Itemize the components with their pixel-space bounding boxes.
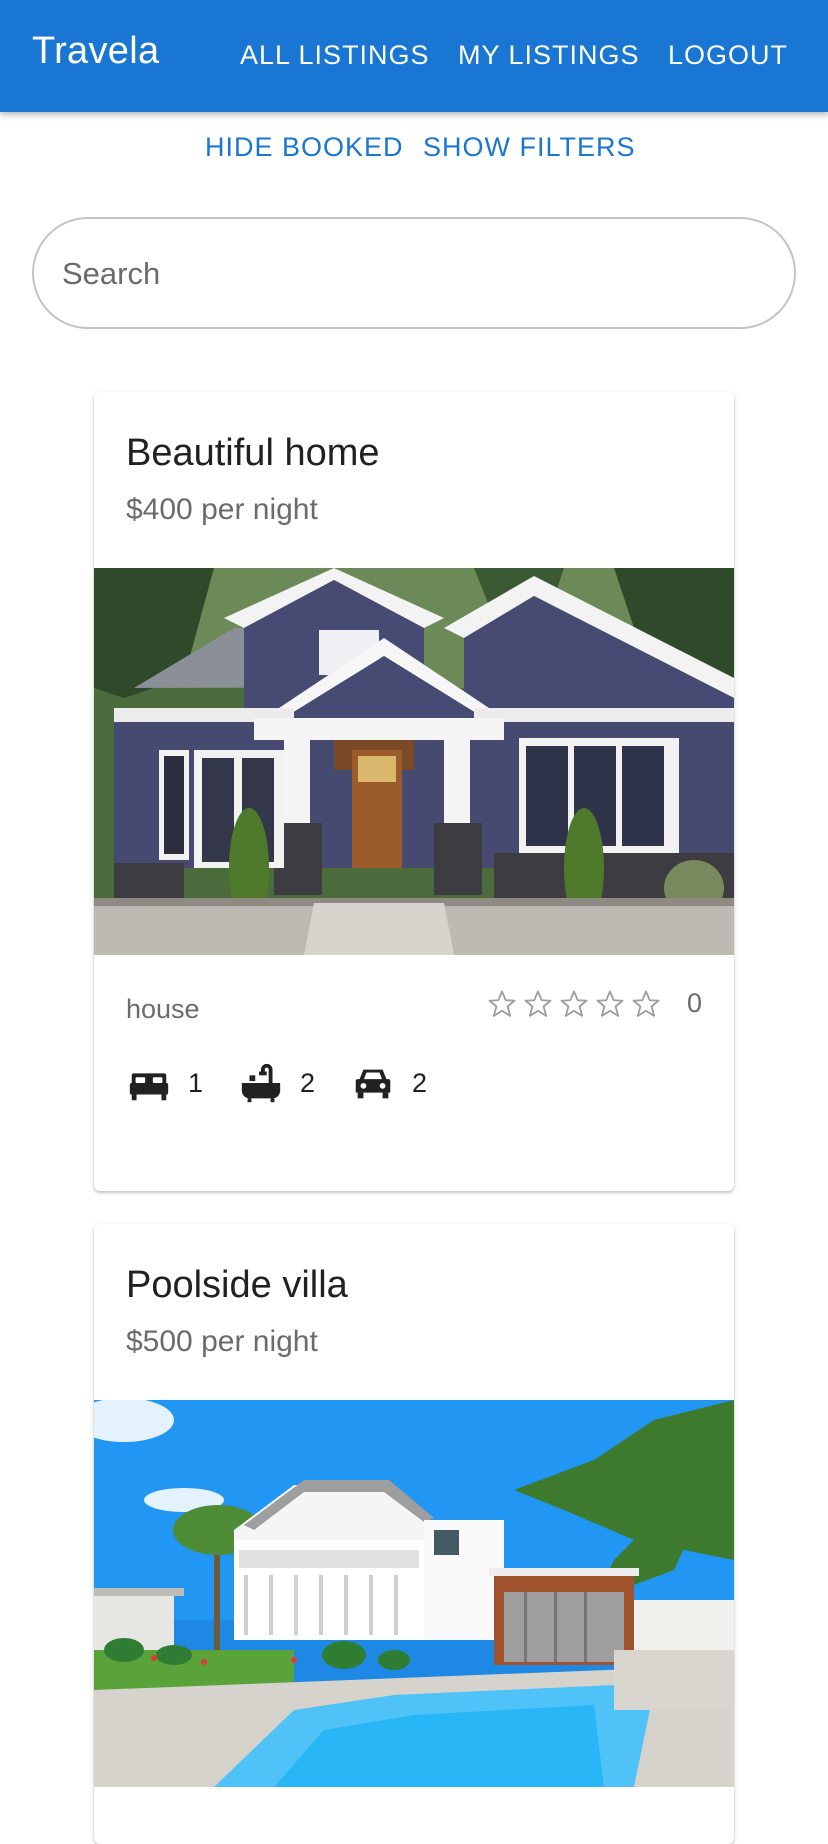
nav-logout[interactable]: LOGOUT [668, 40, 788, 71]
hide-booked-button[interactable]: HIDE BOOKED [205, 132, 404, 163]
star-rating[interactable]: 0 [487, 988, 702, 1019]
house-photo-icon [94, 568, 734, 955]
show-filters-button[interactable]: SHOW FILTERS [423, 132, 636, 163]
listing-card[interactable]: Poolside villa $500 per night [94, 1224, 734, 1844]
search-input[interactable] [60, 219, 764, 329]
star-empty-icon[interactable] [487, 989, 517, 1019]
property-type: house [126, 994, 200, 1024]
listing-title: Beautiful home [126, 432, 380, 474]
listing-price: $500 per night [126, 1325, 318, 1358]
star-empty-icon[interactable] [595, 989, 625, 1019]
bedrooms-count: 1 [188, 1067, 204, 1098]
parking-count: 2 [412, 1067, 428, 1098]
nav-all-listings[interactable]: ALL LISTINGS [240, 40, 430, 71]
parking-amenity: 2 [350, 1060, 427, 1106]
star-empty-icon[interactable] [559, 989, 589, 1019]
villa-pool-photo-icon [94, 1400, 734, 1787]
star-empty-icon[interactable] [631, 989, 661, 1019]
rating-count: 0 [686, 988, 702, 1018]
brand-logo[interactable]: Travela [32, 30, 159, 73]
bathtub-icon [241, 1063, 281, 1103]
listing-thumbnail[interactable] [94, 1400, 734, 1787]
bed-icon [129, 1073, 169, 1101]
star-empty-icon[interactable] [523, 989, 553, 1019]
app-bar: Travela ALL LISTINGS MY LISTINGS LOGOUT [0, 0, 828, 112]
listing-price: $400 per night [126, 493, 318, 526]
bathrooms-count: 2 [300, 1067, 316, 1098]
bathrooms-amenity: 2 [238, 1060, 315, 1106]
listing-card[interactable]: Beautiful home $400 per night house 0 1 … [94, 392, 734, 1191]
bedrooms-amenity: 1 [126, 1060, 203, 1106]
listing-thumbnail[interactable] [94, 568, 734, 955]
nav-my-listings[interactable]: MY LISTINGS [458, 40, 640, 71]
search-field [32, 217, 796, 329]
car-icon [355, 1069, 391, 1099]
listing-title: Poolside villa [126, 1264, 348, 1306]
